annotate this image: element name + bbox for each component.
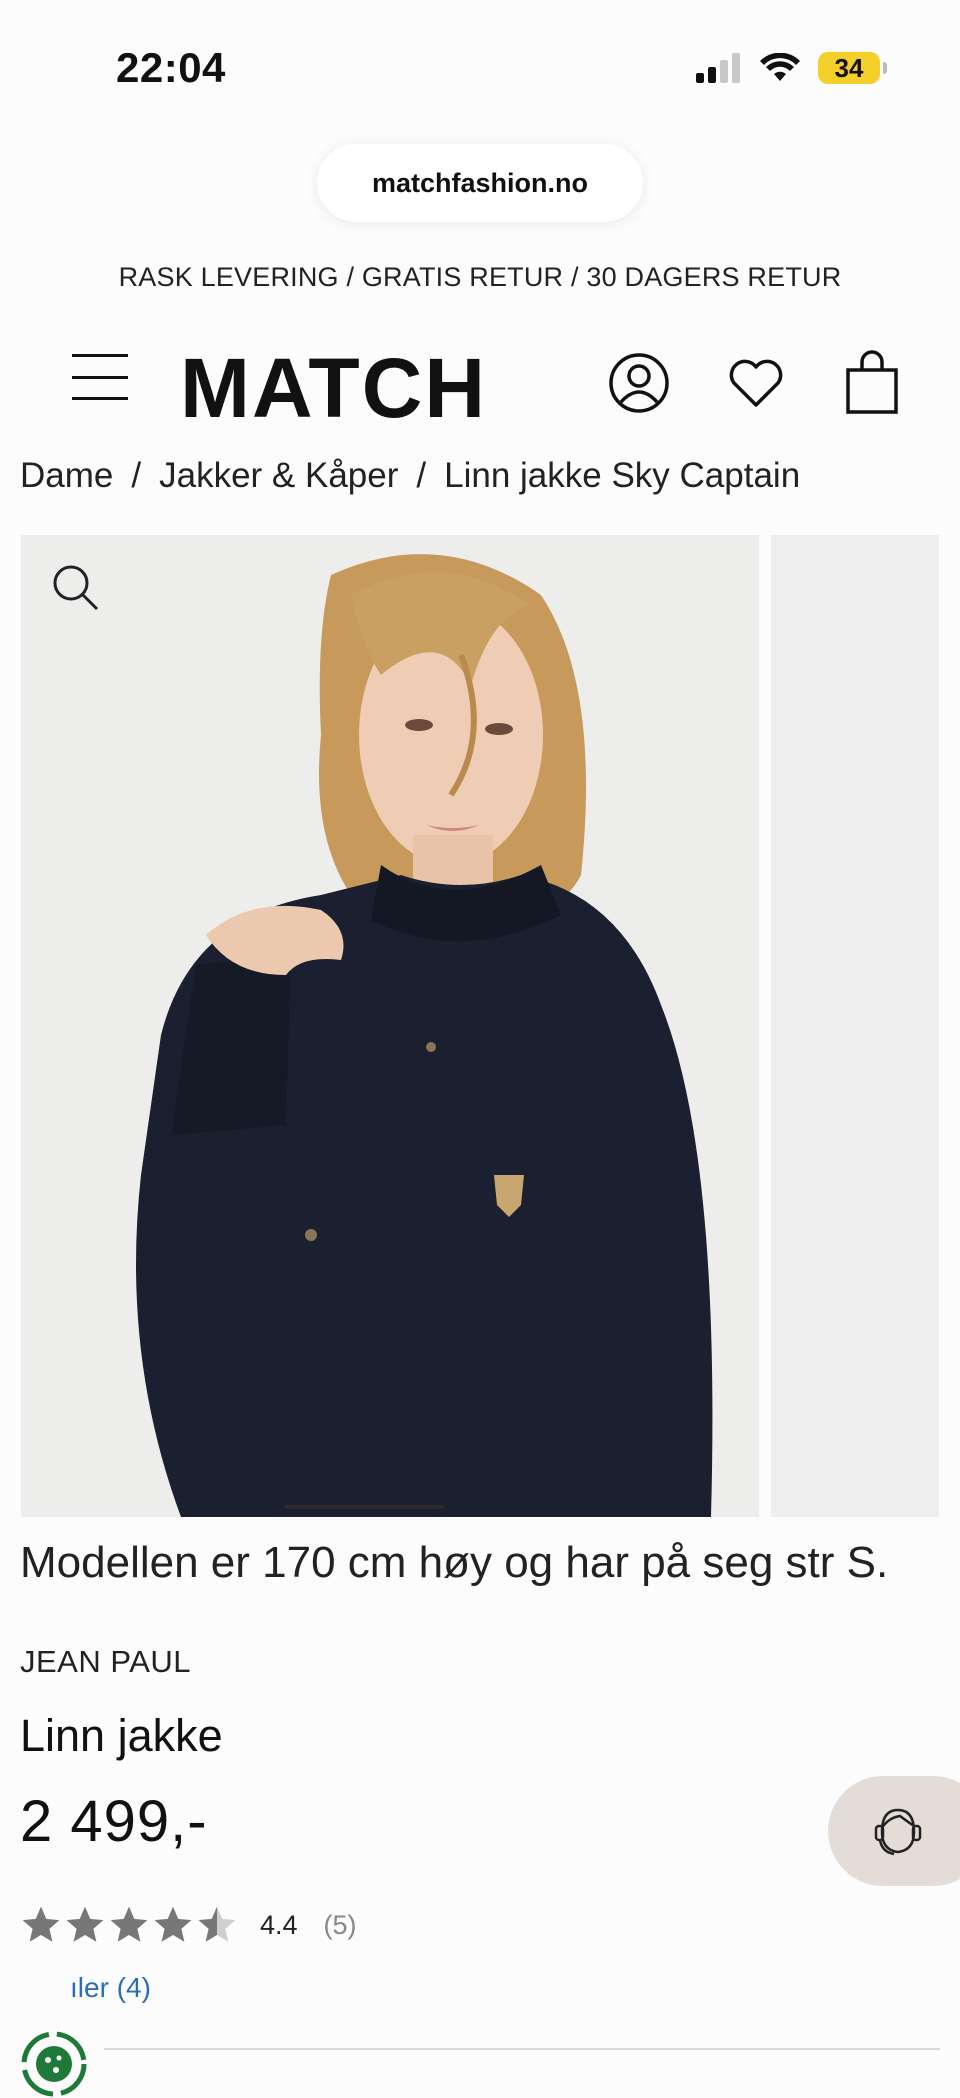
product-image[interactable] — [21, 535, 759, 1517]
star-icon-full — [110, 1906, 148, 1942]
breadcrumb-separator: / — [131, 456, 142, 495]
url-bar[interactable]: matchfashion.no — [317, 144, 643, 222]
status-icons: 34 — [696, 52, 887, 84]
next-product-image[interactable] — [771, 535, 939, 1517]
product-title: Linn jakke — [20, 1710, 223, 1761]
breadcrumb-item-current: Linn jakke Sky Captain — [444, 456, 801, 495]
rating-count: (5) — [323, 1909, 357, 1940]
promo-banner: RASK LEVERING / GRATIS RETUR / 30 DAGERS… — [118, 262, 842, 292]
wifi-icon — [760, 53, 800, 81]
star-icon-full — [22, 1906, 60, 1942]
site-header: MATCH — [0, 340, 960, 440]
customer-service-chat-button[interactable] — [828, 1776, 960, 1886]
product-gallery[interactable] — [21, 535, 939, 1517]
breadcrumb: Dame / Jakker & Kåper / Linn jakke Sky C… — [20, 456, 800, 496]
product-rating[interactable]: 4.4 (5) — [20, 1904, 357, 1946]
status-bar: 22:04 34 — [0, 0, 960, 140]
breadcrumb-item-jakker[interactable]: Jakker & Kåper — [159, 456, 398, 496]
cookie-consent-icon[interactable] — [20, 2030, 88, 2098]
gallery-progress-indicator — [285, 1505, 445, 1509]
menu-icon[interactable] — [72, 354, 128, 400]
rating-value: 4.4 — [260, 1909, 298, 1940]
support-agent-icon — [874, 1808, 922, 1856]
product-brand[interactable]: JEAN PAUL — [20, 1644, 191, 1680]
battery-indicator: 34 — [818, 52, 887, 84]
model-photo — [21, 535, 759, 1517]
star-icon-full — [154, 1906, 192, 1942]
rating-stars — [20, 1904, 238, 1946]
breadcrumb-separator: / — [416, 456, 427, 495]
status-time: 22:04 — [116, 44, 226, 91]
site-logo[interactable]: MATCH — [180, 340, 487, 437]
zoom-icon[interactable] — [51, 563, 101, 613]
breadcrumb-item-dame[interactable]: Dame — [20, 456, 113, 496]
model-size-note: Modellen er 170 cm høy og har på seg str… — [20, 1538, 889, 1587]
reviews-link[interactable]: ıler (4) — [70, 1972, 151, 2004]
wishlist-heart-icon[interactable] — [726, 350, 786, 416]
shopping-bag-icon[interactable] — [844, 350, 900, 416]
cellular-signal-icon — [696, 53, 740, 83]
star-icon-half — [198, 1906, 236, 1942]
product-price: 2 499,- — [20, 1789, 208, 1854]
section-divider — [104, 2048, 940, 2050]
account-icon[interactable] — [608, 350, 670, 416]
star-icon-full — [66, 1906, 104, 1942]
